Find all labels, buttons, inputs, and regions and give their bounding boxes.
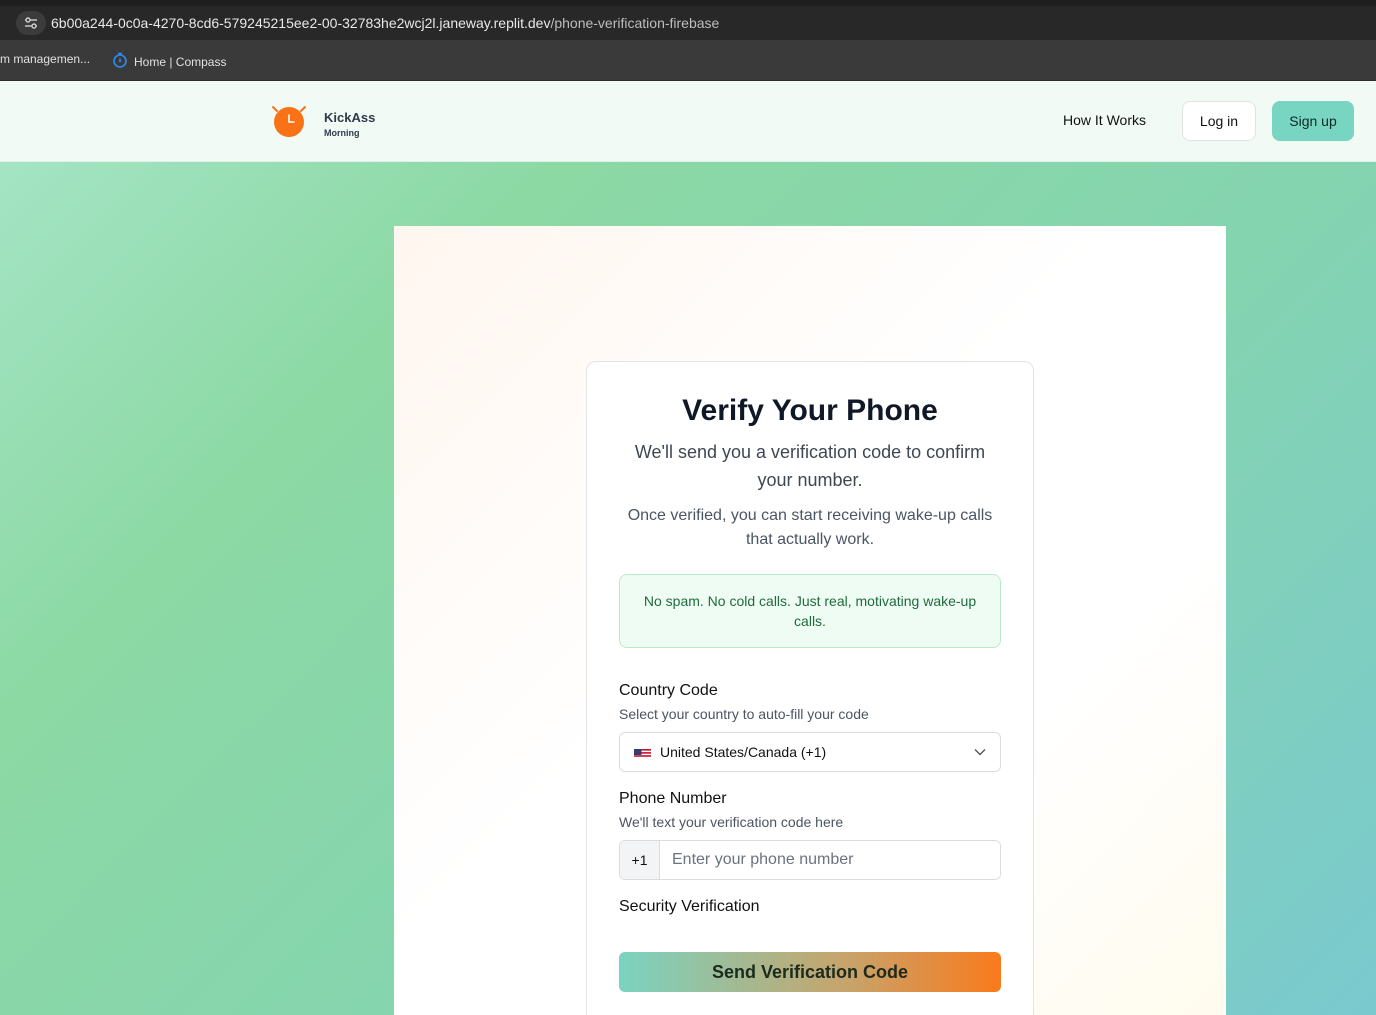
- country-code-label: Country Code: [619, 682, 718, 699]
- us-flag-icon: [634, 747, 651, 758]
- page-title: Verify Your Phone: [682, 394, 938, 427]
- phone-number-hint: We'll text your verification code here: [619, 814, 844, 830]
- bookmarks-bar: m managemen... Home | Compass: [0, 40, 1376, 81]
- brand-logo[interactable]: KickAss Morning: [270, 103, 375, 144]
- phone-number-label: Phone Number: [619, 790, 727, 807]
- subtitle: We'll send you a verification code to co…: [634, 442, 986, 490]
- chevron-down-icon: [974, 743, 986, 761]
- site-settings-icon[interactable]: [16, 11, 46, 35]
- security-verification-label: Security Verification: [619, 898, 760, 915]
- bookmark-item-compass[interactable]: Home | Compass: [112, 52, 226, 71]
- site-header: KickAss Morning How It Works Log in Sign…: [0, 81, 1376, 162]
- url-path: /phone-verification-firebase: [550, 15, 720, 31]
- brand-subtitle: Morning: [324, 127, 360, 138]
- alarm-clock-icon: [270, 103, 308, 144]
- country-select-value: United States/Canada (+1): [660, 744, 827, 760]
- country-code-hint: Select your country to auto-fill your co…: [619, 706, 869, 722]
- country-select[interactable]: United States/Canada (+1): [619, 732, 1001, 772]
- phone-input-group: +1: [619, 840, 1001, 880]
- address-bar[interactable]: 6b00a244-0c0a-4270-8cd6-579245215ee2-00-…: [0, 6, 1376, 40]
- brand-name: KickAss: [324, 109, 376, 125]
- notice-text: No spam. No cold calls. Just real, motiv…: [643, 593, 977, 629]
- phone-number-input[interactable]: [660, 841, 1000, 879]
- send-verification-code-button[interactable]: Send Verification Code: [619, 952, 1001, 992]
- phone-prefix: +1: [620, 841, 660, 879]
- info-note: Once verified, you can start receiving w…: [627, 507, 993, 548]
- no-spam-notice: No spam. No cold calls. Just real, motiv…: [619, 574, 1001, 648]
- bookmark-label: Home | Compass: [134, 54, 227, 69]
- bookmark-item[interactable]: m managemen...: [0, 52, 90, 66]
- url-text[interactable]: 6b00a244-0c0a-4270-8cd6-579245215ee2-00-…: [51, 15, 719, 31]
- login-button[interactable]: Log in: [1182, 101, 1256, 141]
- bookmark-label: m managemen...: [0, 52, 91, 66]
- url-host: 6b00a244-0c0a-4270-8cd6-579245215ee2-00-…: [51, 15, 551, 31]
- nav-how-it-works[interactable]: How It Works: [1063, 112, 1146, 128]
- compass-icon: [112, 52, 128, 71]
- verification-card: Verify Your Phone We'll send you a verif…: [586, 361, 1034, 1015]
- signup-button[interactable]: Sign up: [1272, 101, 1354, 141]
